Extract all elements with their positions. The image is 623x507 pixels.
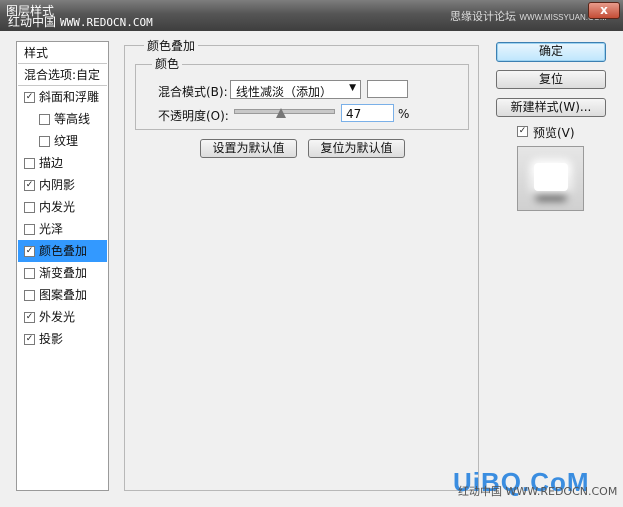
style-item[interactable]: 内发光 [18, 196, 107, 218]
style-item-label: 投影 [39, 332, 64, 346]
watermark-top-left: 红动中国 WWW.REDOCN.COM [8, 13, 153, 30]
blend-options-item[interactable]: 混合选项:自定 [18, 64, 107, 86]
style-item-checkbox[interactable] [39, 136, 50, 147]
opacity-value: 47 [346, 107, 362, 121]
preview-swatch [534, 163, 568, 191]
watermark-bottom-small: 红动中国 WWW.REDOCN.COM [458, 485, 618, 498]
reset-label: 复位 [538, 72, 563, 86]
watermark-top-left-cn: 红动中国 [8, 15, 57, 29]
style-item-label: 光泽 [39, 222, 64, 236]
opacity-label: 不透明度(O): [158, 109, 229, 123]
style-item-label: 图案叠加 [39, 288, 88, 302]
style-item-label: 内阴影 [39, 178, 76, 192]
style-item[interactable]: 图案叠加 [18, 284, 107, 306]
reset-default-label: 复位为默认值 [320, 141, 393, 155]
blend-mode-select[interactable]: 线性减淡（添加） ▼ [230, 80, 361, 99]
style-item[interactable]: 纹理 [18, 130, 107, 152]
make-default-label: 设置为默认值 [212, 141, 285, 155]
ok-label: 确定 [538, 44, 563, 58]
style-item[interactable]: 等高线 [18, 108, 107, 130]
opacity-unit: % [398, 107, 410, 121]
ok-button[interactable]: 确定 [496, 42, 606, 62]
style-item-checkbox[interactable] [24, 290, 35, 301]
style-item[interactable]: ✓ 投影 [18, 328, 107, 350]
dropdown-arrow-icon: ▼ [349, 83, 356, 93]
style-item-checkbox[interactable] [24, 268, 35, 279]
new-style-label: 新建样式(W)... [510, 100, 592, 114]
style-item-checkbox[interactable]: ✓ [24, 312, 35, 323]
style-item-checkbox[interactable]: ✓ [24, 334, 35, 345]
watermark-top-left-en: WWW.REDOCN.COM [60, 16, 153, 29]
style-item[interactable]: 光泽 [18, 218, 107, 240]
close-icon: x [600, 3, 608, 17]
blend-options-label: 混合选项:自定 [24, 68, 101, 82]
style-item-checkbox[interactable] [39, 114, 50, 125]
styles-header-label: 样式 [24, 46, 49, 60]
blend-mode-label: 混合模式(B): [158, 85, 228, 99]
style-item-checkbox[interactable] [24, 224, 35, 235]
opacity-slider-thumb-icon[interactable] [276, 108, 287, 118]
style-item-label: 颜色叠加 [39, 244, 88, 258]
style-item-label: 外发光 [39, 310, 76, 324]
color-subgroup-title: 颜色 [152, 55, 183, 72]
style-item-label: 描边 [39, 156, 64, 170]
style-item-label: 等高线 [54, 112, 91, 126]
new-style-button[interactable]: 新建样式(W)... [496, 98, 606, 117]
close-button[interactable]: x [588, 2, 620, 19]
styles-list: 样式 混合选项:自定 ✓ 斜面和浮雕等高线纹理描边 ✓ 内阴影内发光光泽 ✓ 颜色叠加渐变… [16, 41, 109, 491]
style-item[interactable]: 渐变叠加 [18, 262, 107, 284]
style-item[interactable]: ✓ 外发光 [18, 306, 107, 328]
preview-label: 预览(V) [533, 126, 575, 140]
preview-checkbox[interactable]: ✓ [517, 126, 528, 137]
style-item-label: 纹理 [54, 134, 79, 148]
style-item[interactable]: 描边 [18, 152, 107, 174]
style-item-checkbox[interactable] [24, 158, 35, 169]
opacity-input[interactable]: 47 [341, 104, 394, 122]
styles-list-header[interactable]: 样式 [18, 42, 107, 64]
style-item-checkbox[interactable]: ✓ [24, 180, 35, 191]
style-item-label: 渐变叠加 [39, 266, 88, 280]
style-item-checkbox[interactable]: ✓ [24, 246, 35, 257]
make-default-button[interactable]: 设置为默认值 [200, 139, 297, 158]
reset-default-button[interactable]: 复位为默认值 [308, 139, 405, 158]
watermark-top-right: 思缘设计论坛 WWW.MISSYUAN.COM [450, 8, 607, 24]
style-item-checkbox[interactable]: ✓ [24, 92, 35, 103]
style-item[interactable]: ✓ 内阴影 [18, 174, 107, 196]
style-item-label: 斜面和浮雕 [39, 90, 100, 104]
style-item-checkbox[interactable] [24, 202, 35, 213]
title-bar: 图层样式 红动中国 WWW.REDOCN.COM 思缘设计论坛 WWW.MISSY… [0, 0, 623, 31]
style-item-label: 内发光 [39, 200, 76, 214]
style-item[interactable]: ✓ 颜色叠加 [18, 240, 107, 262]
style-preview [517, 146, 584, 211]
watermark-top-right-cn: 思缘设计论坛 [450, 10, 516, 23]
overlay-color-swatch[interactable] [367, 80, 408, 98]
blend-mode-value: 线性减淡（添加） [236, 85, 333, 99]
color-overlay-title: 颜色叠加 [144, 37, 199, 54]
style-item[interactable]: ✓ 斜面和浮雕 [18, 86, 107, 108]
reset-button[interactable]: 复位 [496, 70, 606, 89]
